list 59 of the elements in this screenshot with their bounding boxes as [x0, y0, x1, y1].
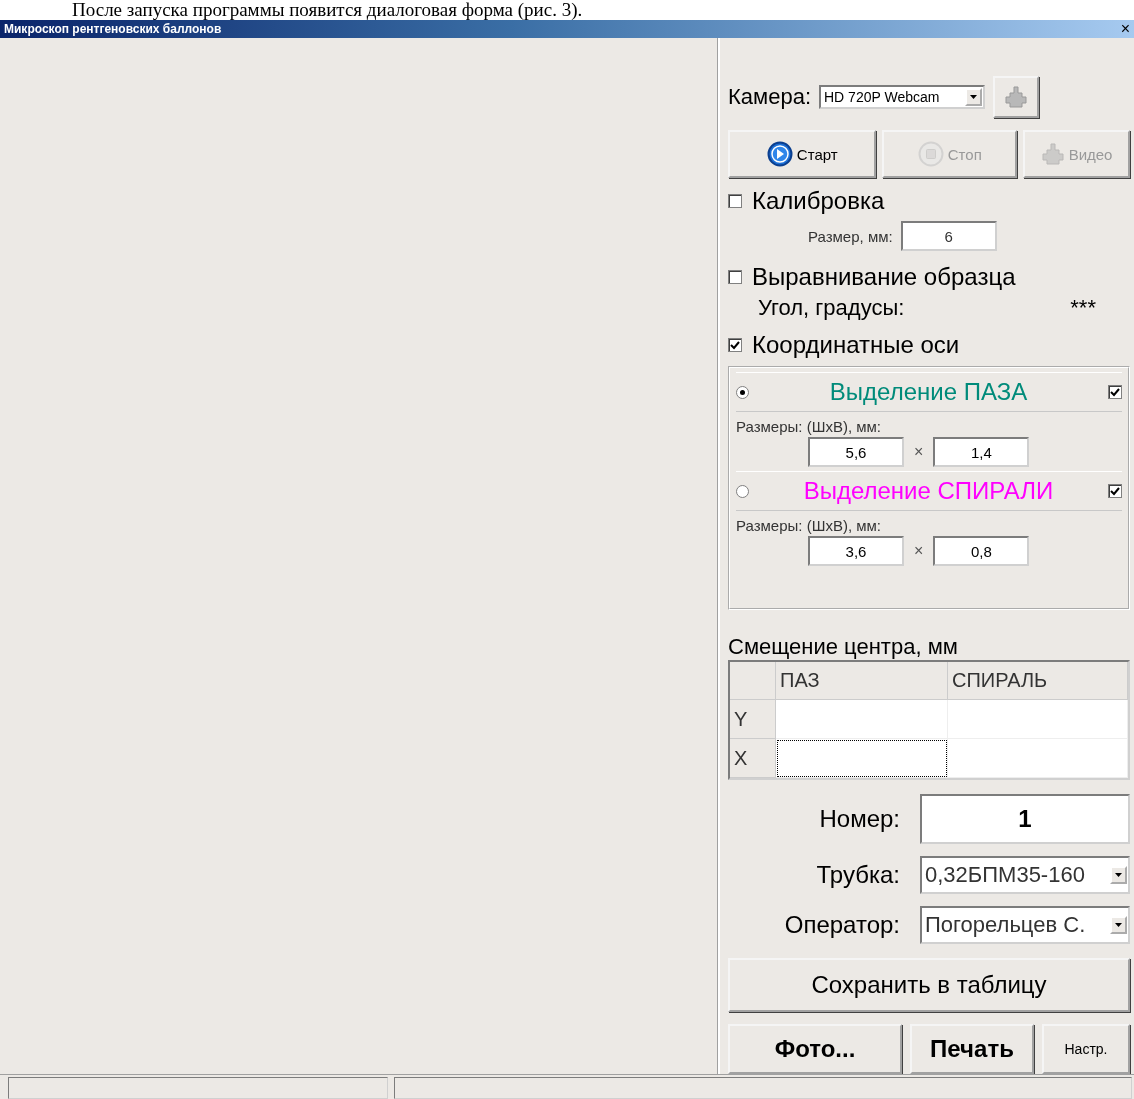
stop-icon [917, 141, 944, 167]
checkbox-label: Координатные оси [752, 331, 960, 359]
operator-dropdown[interactable]: Погорельцев С. [920, 906, 1130, 944]
angle-label: Угол, градусы: [758, 295, 905, 321]
checkbox-label: Калибровка [752, 187, 885, 215]
check-icon [730, 340, 740, 350]
angle-value: *** [1070, 295, 1096, 321]
row-header: Y [730, 700, 776, 739]
check-icon [1110, 486, 1120, 496]
selection-label: Выделение ПАЗА [828, 378, 1029, 406]
size-field[interactable]: 6 [900, 221, 997, 251]
checkbox[interactable] [728, 338, 742, 352]
checkbox[interactable] [1108, 484, 1122, 498]
tube-label: Трубка: [815, 861, 900, 889]
number-label: Номер: [818, 805, 900, 833]
start-button[interactable]: Старт [728, 130, 877, 178]
check-icon [1110, 387, 1120, 397]
width-field[interactable]: 3,6 [808, 536, 904, 566]
row-header: X [730, 739, 776, 778]
sizes-label: Размеры: (ШхВ), мм: [736, 418, 883, 435]
size-label: Размер, мм: [808, 227, 893, 245]
dropdown-arrow-icon [1114, 872, 1123, 878]
camera-dropdown[interactable]: HD 720P Webcam [819, 85, 985, 109]
save-button[interactable]: Сохранить в таблицу [728, 958, 1130, 1012]
camera-label: Камера: [728, 84, 811, 110]
joystick-icon [1004, 85, 1028, 109]
radio-button[interactable] [736, 385, 749, 399]
dropdown-arrow-icon [1114, 922, 1123, 928]
checkbox-label: Выравнивание образца [752, 263, 1016, 291]
column-header: СПИРАЛЬ [948, 662, 1128, 700]
offset-title: Смещение центра, мм [728, 634, 959, 660]
checkbox[interactable] [728, 270, 742, 284]
checkbox[interactable] [1108, 385, 1122, 399]
height-field[interactable]: 1,4 [933, 437, 1030, 467]
times-sign: × [914, 542, 924, 560]
button[interactable]: Фото... [728, 1024, 902, 1074]
window-title: Микроскоп рентгеновских баллонов [4, 22, 222, 36]
selection-label: Выделение СПИРАЛИ [802, 477, 1055, 505]
table-cell[interactable] [776, 739, 948, 778]
width-field[interactable]: 5,6 [808, 437, 904, 467]
operator-label: Оператор: [783, 911, 900, 939]
checkbox[interactable] [728, 194, 742, 208]
number-field[interactable]: 1 [920, 794, 1130, 844]
close-button[interactable]: × [1120, 21, 1130, 37]
radio-button[interactable] [736, 484, 749, 498]
dropdown-arrow-icon [969, 94, 978, 100]
height-field[interactable]: 0,8 [933, 536, 1030, 566]
column-header: ПАЗ [776, 662, 948, 700]
table-cell[interactable] [948, 739, 1128, 778]
document-text: После запуска программы появится диалоговая форма (рис. 3). [71, 0, 584, 20]
button[interactable]: Печать [910, 1024, 1034, 1074]
sizes-label: Размеры: (ШхВ), мм: [736, 517, 883, 534]
play-icon [766, 141, 793, 167]
button[interactable]: Настр. [1042, 1024, 1130, 1074]
times-sign: × [914, 443, 924, 461]
table-cell[interactable] [776, 700, 948, 739]
tube-dropdown[interactable]: 0,32БПМ35-160 [920, 856, 1130, 894]
table-cell[interactable] [948, 700, 1128, 739]
joystick-icon [1040, 142, 1065, 166]
